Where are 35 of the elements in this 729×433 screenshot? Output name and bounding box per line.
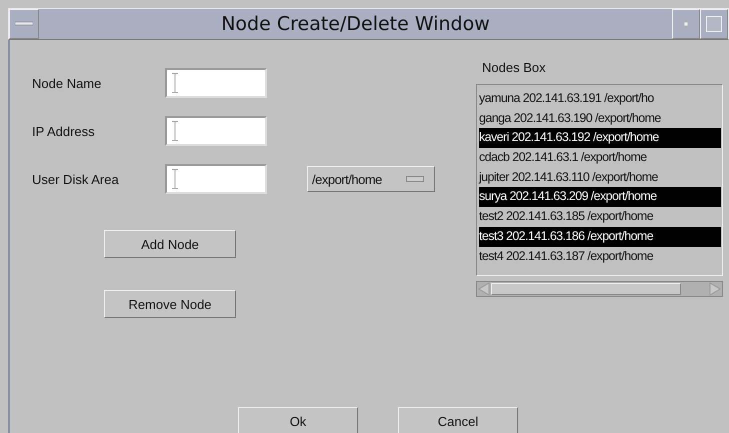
disk-dropdown[interactable]: /export/home: [307, 166, 435, 192]
list-item[interactable]: kaveri 202.141.63.192 /export/home: [479, 128, 721, 148]
list-item[interactable]: ganga 202.141.63.190 /export/home: [479, 108, 721, 128]
field-label: IP Address: [32, 124, 96, 138]
field-label: Node Name: [32, 76, 102, 90]
nodes-list[interactable]: [476, 84, 723, 276]
list-item[interactable]: jupiter 202.141.63.110 /export/home: [479, 168, 721, 188]
text-cursor-icon: [172, 169, 178, 189]
scroll-left-icon: [477, 282, 491, 296]
list-item[interactable]: yamuna 202.141.63.191 /export/ho: [479, 89, 721, 109]
list-label: Nodes Box: [482, 60, 547, 75]
list-item[interactable]: surya 202.141.63.209 /export/home: [479, 187, 721, 208]
option-indicator-icon: [406, 176, 424, 182]
maximize-button[interactable]: [700, 9, 728, 39]
input-field[interactable]: [165, 116, 267, 146]
list-item[interactable]: test2 202.141.63.185 /export/home: [479, 207, 721, 227]
text-cursor-icon: [172, 121, 178, 141]
dialog-button[interactable]: Cancel: [398, 407, 518, 433]
horizontal-scrollbar[interactable]: [476, 281, 723, 297]
field-label: User Disk Area: [32, 172, 120, 186]
minimize-button[interactable]: [672, 9, 700, 39]
window-menu-button[interactable]: [9, 9, 39, 39]
list-item[interactable]: test4 202.141.63.187 /export/home: [479, 246, 721, 266]
input-field[interactable]: [165, 68, 267, 98]
input-field[interactable]: [165, 164, 267, 194]
list-item[interactable]: test3 202.141.63.186 /export/home: [479, 226, 721, 246]
square-icon: [706, 16, 722, 32]
scroll-right-icon: [708, 282, 722, 296]
action-button[interactable]: Remove Node: [104, 290, 236, 318]
action-button[interactable]: Add Node: [104, 230, 236, 258]
dialog-button[interactable]: Ok: [238, 407, 358, 433]
list-item[interactable]: cdacb 202.141.63.1 /export/home: [479, 148, 721, 168]
minus-icon: [15, 21, 33, 27]
window-title: Node Create/Delete Window: [220, 13, 491, 35]
text-cursor-icon: [172, 73, 178, 93]
